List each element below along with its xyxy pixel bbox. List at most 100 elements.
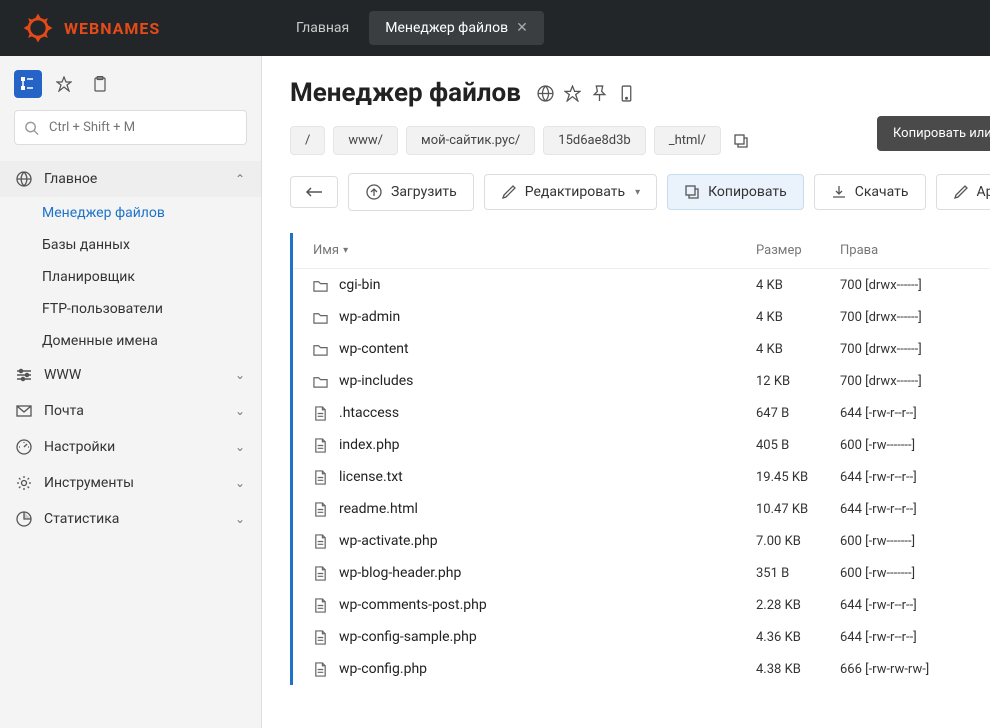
section-label: Почта: [44, 403, 84, 419]
file-perm: 700 [drwx------]: [840, 310, 970, 325]
file-icon: [313, 406, 329, 421]
file-perm: 600 [-rw-------]: [840, 534, 970, 549]
table-row[interactable]: wp-admin4 KB700 [drwx------]: [293, 301, 990, 333]
page-title: Менеджер файлов: [290, 78, 521, 108]
copy-label: Копировать: [708, 184, 787, 200]
file-name: wp-activate.php: [339, 533, 438, 549]
download-icon: [831, 184, 847, 200]
breadcrumb-segment[interactable]: 15d6ae8d3b: [543, 126, 645, 155]
search-box: [14, 110, 247, 145]
file-name: wp-comments-post.php: [339, 597, 487, 613]
sidebar-section-Главное[interactable]: Главное ⌃: [0, 161, 261, 197]
file-size: 4.36 KB: [756, 630, 840, 645]
sidebar-section-Настройки[interactable]: Настройки⌄: [0, 429, 261, 465]
table-header: Имя ▾ Размер Права: [293, 233, 990, 269]
file-name: wp-config-sample.php: [339, 629, 477, 645]
breadcrumb-segment[interactable]: _html/: [654, 126, 721, 155]
file-size: 351 B: [756, 566, 840, 581]
upload-label: Загрузить: [391, 184, 457, 200]
sidebar-item[interactable]: Планировщик: [0, 261, 261, 293]
archive-label: Архив: [977, 184, 990, 200]
pencil-icon: [501, 184, 517, 200]
sidebar: Главное ⌃ Менеджер файловБазы данныхПланир…: [0, 56, 262, 728]
copy-icon: [684, 184, 700, 200]
file-table: Имя ▾ Размер Права cgi-bin4 KB700 [drwx-…: [290, 233, 990, 685]
table-row[interactable]: wp-includes12 KB700 [drwx------]: [293, 365, 990, 397]
file-icon: [313, 630, 329, 645]
edit-button[interactable]: Редактировать ▾: [484, 174, 657, 210]
sidebar-item[interactable]: Доменные имена: [0, 325, 261, 357]
chevron-icon: ⌄: [235, 440, 245, 454]
file-name: wp-admin: [339, 309, 400, 325]
col-size-header[interactable]: Размер: [756, 243, 840, 258]
file-perm: 644 [-rw-r--r--]: [840, 406, 970, 421]
star-icon[interactable]: [50, 70, 78, 98]
phone-icon[interactable]: [618, 85, 635, 102]
file-name: index.php: [339, 437, 400, 453]
tooltip: Копировать или переместить файлы: [877, 116, 990, 151]
table-row[interactable]: readme.html10.47 KB644 [-rw-r--r--]: [293, 493, 990, 525]
table-row[interactable]: wp-config.php4.38 KB666 [-rw-rw-rw-]: [293, 653, 990, 685]
back-button[interactable]: [290, 176, 338, 208]
pin-icon[interactable]: [591, 85, 608, 102]
gauge-icon: [16, 439, 34, 455]
download-label: Скачать: [855, 184, 909, 200]
file-name: readme.html: [339, 501, 418, 517]
clipboard-icon[interactable]: [86, 70, 114, 98]
close-icon[interactable]: ✕: [516, 20, 528, 36]
download-button[interactable]: Скачать: [814, 174, 926, 210]
topbar: WEBNAMES ГлавнаяМенеджер файлов✕: [0, 0, 990, 56]
sidebar-section-Статистика[interactable]: Статистика⌄: [0, 501, 261, 537]
table-row[interactable]: cgi-bin4 KB700 [drwx------]: [293, 269, 990, 301]
archive-button[interactable]: Архив: [936, 174, 990, 210]
star-outline-icon[interactable]: [564, 85, 581, 102]
sidebar-item[interactable]: Базы данных: [0, 229, 261, 261]
file-name: .htaccess: [339, 405, 399, 421]
tree-view-icon[interactable]: [14, 70, 42, 98]
file-size: 4 KB: [756, 342, 840, 357]
top-tab[interactable]: Менеджер файлов✕: [369, 11, 544, 45]
sidebar-view-icons: [0, 70, 261, 110]
folder-icon: [313, 374, 329, 389]
table-row[interactable]: license.txt19.45 KB644 [-rw-r--r--]: [293, 461, 990, 493]
table-row[interactable]: .htaccess647 B644 [-rw-r--r--]: [293, 397, 990, 429]
chevron-icon: ⌄: [235, 404, 245, 418]
table-row[interactable]: wp-blog-header.php351 B600 [-rw-------]: [293, 557, 990, 589]
chevron-icon: ⌃: [235, 172, 245, 186]
file-size: 7.00 KB: [756, 534, 840, 549]
table-row[interactable]: wp-config-sample.php4.36 KB644 [-rw-r--r…: [293, 621, 990, 653]
breadcrumb-segment[interactable]: www/: [333, 126, 398, 155]
table-row[interactable]: wp-activate.php 7.00 KB600 [-rw-------]: [293, 525, 990, 557]
main-content: Копировать или переместить файлы Менедже…: [262, 56, 990, 728]
sidebar-item[interactable]: FTP-пользователи: [0, 293, 261, 325]
file-perm: 666 [-rw-rw-rw-]: [840, 662, 970, 677]
chevron-down-icon: ▾: [635, 187, 640, 198]
logo[interactable]: WEBNAMES: [20, 10, 280, 46]
sidebar-item[interactable]: Менеджер файлов: [0, 197, 261, 229]
folder-icon: [313, 310, 329, 325]
col-perm-header[interactable]: Права: [840, 243, 970, 258]
top-tab[interactable]: Главная: [280, 11, 365, 45]
search-input[interactable]: [14, 110, 247, 145]
file-name: wp-blog-header.php: [339, 565, 461, 581]
file-icon: [313, 470, 329, 485]
section-label: Главное: [44, 171, 97, 187]
upload-button[interactable]: Загрузить: [348, 173, 474, 211]
globe-icon[interactable]: [537, 85, 554, 102]
sidebar-section-Почта[interactable]: Почта ⌄: [0, 393, 261, 429]
breadcrumb-segment[interactable]: мой-сайтик.рус/: [406, 126, 535, 155]
col-name-header[interactable]: Имя ▾: [313, 243, 756, 258]
sidebar-section-WWW[interactable]: WWW⌄: [0, 357, 261, 393]
chevron-icon: ⌄: [235, 512, 245, 526]
file-size: 2.28 KB: [756, 598, 840, 613]
copy-path-icon[interactable]: [733, 133, 749, 149]
sidebar-section-Инструменты[interactable]: Инструменты⌄: [0, 465, 261, 501]
table-row[interactable]: wp-content4 KB700 [drwx------]: [293, 333, 990, 365]
breadcrumb-segment[interactable]: /: [290, 126, 325, 155]
file-perm: 644 [-rw-r--r--]: [840, 470, 970, 485]
folder-icon: [313, 342, 329, 357]
table-row[interactable]: index.php405 B600 [-rw-------]: [293, 429, 990, 461]
table-row[interactable]: wp-comments-post.php2.28 KB644 [-rw-r--r…: [293, 589, 990, 621]
file-icon: [313, 438, 329, 453]
copy-button[interactable]: Копировать: [667, 174, 804, 210]
